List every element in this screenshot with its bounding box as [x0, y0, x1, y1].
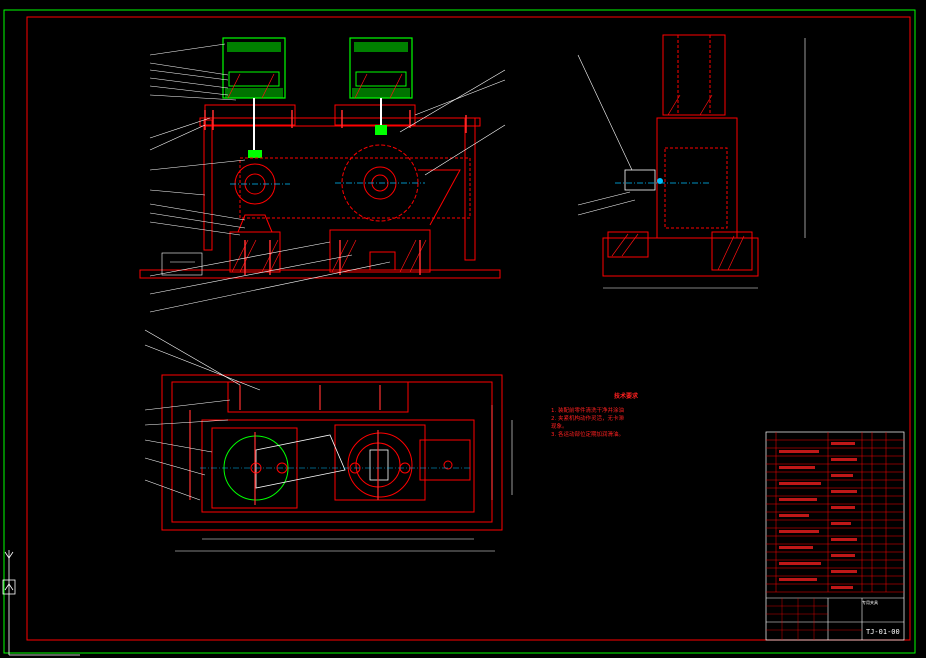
- front-view: [139, 37, 506, 313]
- technical-requirements: 技术要求 1. 装配前零件清洗干净并涂油 2. 夹紧机构动作灵活，无卡滞 现象。…: [551, 393, 671, 439]
- tech-req-item: 2. 夹紧机构动作灵活，无卡滞: [551, 416, 624, 422]
- cad-drawing-canvas[interactable]: [0, 0, 926, 658]
- tech-req-item: 3. 各运动部位定期加润滑油。: [551, 432, 624, 438]
- top-view: [144, 329, 513, 552]
- side-view: [577, 34, 806, 289]
- outer-border: [3, 9, 916, 654]
- tech-req-item: 1. 装配前零件清洗干净并涂油: [551, 408, 624, 414]
- tech-req-item: 现象。: [551, 424, 568, 430]
- title-block-name: 专用夹具: [862, 600, 878, 605]
- ucs-axis-icon: [2, 550, 80, 656]
- technical-requirements-title: 技术要求: [613, 393, 638, 400]
- drawing-code: TJ-01-00: [866, 628, 900, 636]
- title-block: [765, 431, 905, 641]
- inner-border: [26, 16, 911, 641]
